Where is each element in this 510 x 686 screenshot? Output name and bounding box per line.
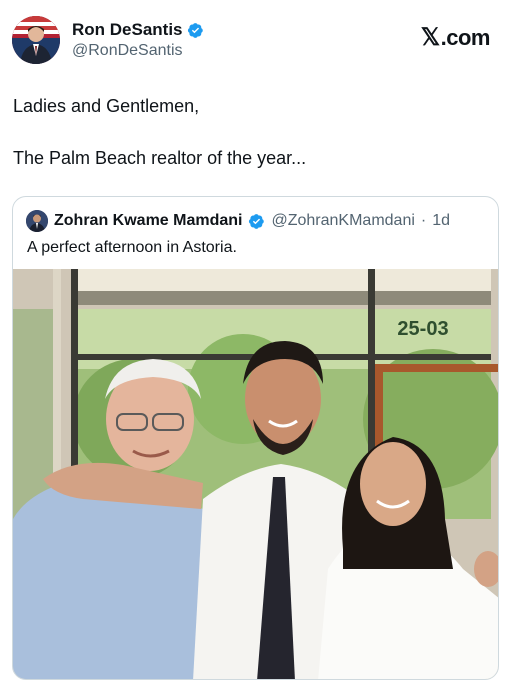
quoted-author-avatar[interactable] — [26, 210, 48, 232]
quoted-author-name[interactable]: Zohran Kwame Mamdani — [54, 212, 242, 230]
quoted-post-text: A perfect afternoon in Astoria. — [27, 239, 237, 256]
post-age[interactable]: 1d — [432, 212, 450, 230]
post-card: Ron DeSantis @RonDeSantis 𝕏 .com Ladies … — [0, 0, 510, 686]
avatar-photo — [12, 16, 60, 64]
post-header: Ron DeSantis @RonDeSantis 𝕏 .com — [12, 14, 498, 66]
meta-separator: · — [420, 212, 427, 229]
post-text-line-2: The Palm Beach realtor of the year... — [13, 148, 307, 168]
author-block: Ron DeSantis @RonDeSantis — [72, 20, 204, 60]
verified-badge-icon — [187, 22, 203, 38]
author-avatar[interactable] — [12, 16, 60, 64]
author-name[interactable]: Ron DeSantis — [72, 20, 183, 40]
quoted-post-header: Zohran Kwame Mamdani @ZohranKMamdani · 1d — [26, 210, 450, 232]
author-name-row: Ron DeSantis — [72, 20, 204, 40]
post-text-line-1: Ladies and Gentlemen, — [13, 96, 200, 116]
quoted-post-photo[interactable]: 25-03 — [13, 269, 499, 680]
author-handle[interactable]: @RonDeSantis — [72, 42, 204, 60]
quoted-avatar-photo — [26, 210, 48, 232]
verified-badge-icon — [249, 213, 265, 229]
quoted-post[interactable]: Zohran Kwame Mamdani @ZohranKMamdani · 1d … — [12, 196, 499, 680]
brand-domain: .com — [440, 24, 491, 50]
brand-logo: 𝕏 .com — [420, 23, 491, 52]
quoted-author-handle[interactable]: @ZohranKMamdani — [271, 212, 414, 230]
window-sign-text: 25-03 — [397, 318, 448, 340]
post-body: Ladies and Gentlemen, The Palm Beach rea… — [13, 94, 493, 198]
x-logo-icon: 𝕏 — [420, 24, 440, 51]
